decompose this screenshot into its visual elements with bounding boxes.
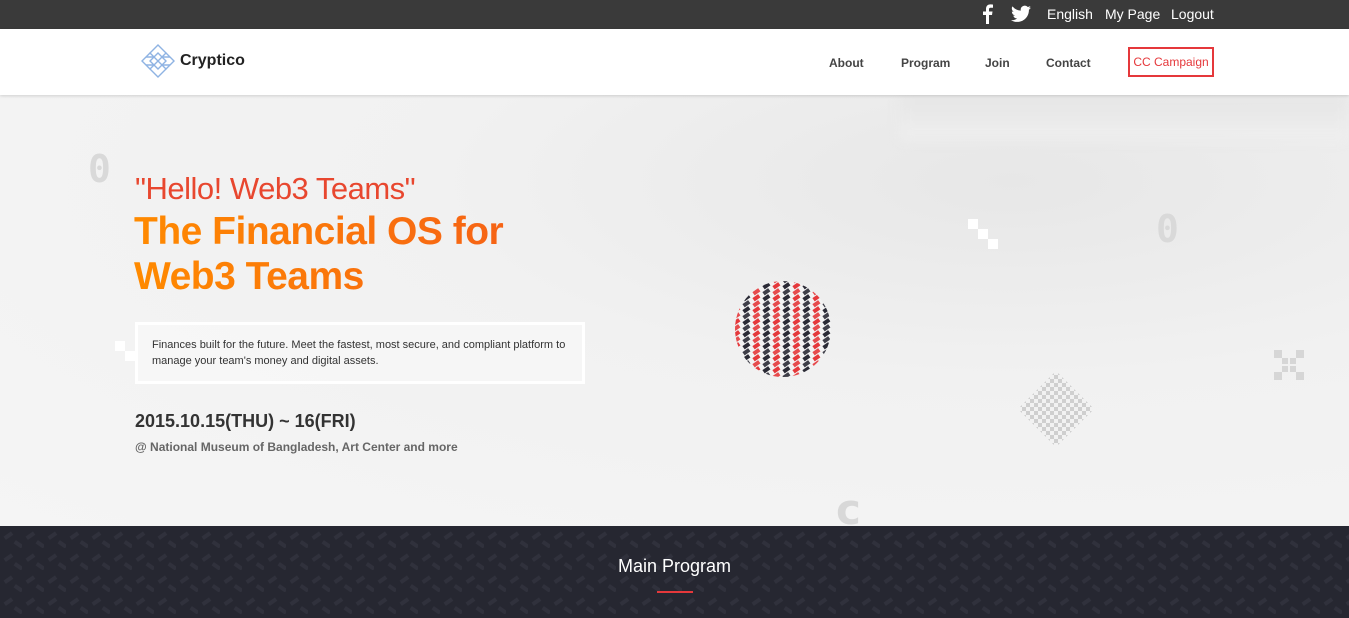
decorative-zero: 0 — [1156, 207, 1179, 251]
section-title-underline — [657, 591, 693, 593]
hero-background-blur — [900, 95, 1349, 140]
close-shape-icon — [1274, 350, 1304, 380]
hero-subtitle: "Hello! Web3 Teams" — [135, 171, 416, 206]
nav-join[interactable]: Join — [985, 56, 1010, 70]
logo-icon — [141, 44, 175, 78]
site-header: Cryptico About Program Join Contact CC C… — [0, 29, 1349, 95]
my-page-link[interactable]: My Page — [1105, 6, 1160, 22]
top-utility-bar: English My Page Logout — [0, 0, 1349, 29]
facebook-icon[interactable] — [978, 4, 996, 24]
pixel-decoration — [968, 219, 1002, 249]
main-program-section: Main Program — [0, 526, 1349, 618]
pixel-decoration — [115, 341, 135, 361]
hero-title: The Financial OS for Web3 Teams — [134, 209, 594, 299]
twitter-icon[interactable] — [1011, 4, 1031, 24]
logo-link[interactable]: Cryptico — [138, 43, 245, 79]
section-title: Main Program — [617, 556, 732, 576]
nav-program[interactable]: Program — [901, 56, 950, 70]
event-date: 2015.10.15(THU) ~ 16(FRI) — [135, 411, 356, 431]
nav-contact[interactable]: Contact — [1046, 56, 1091, 70]
circle-pattern-art — [735, 281, 831, 377]
logout-link[interactable]: Logout — [1171, 6, 1214, 22]
diamond-pattern-art — [1018, 371, 1094, 447]
decorative-zero: 0 — [88, 147, 111, 191]
nav-about[interactable]: About — [829, 56, 864, 70]
hero-description: Finances built for the future. Meet the … — [135, 322, 585, 384]
cc-campaign-button[interactable]: CC Campaign — [1128, 47, 1214, 77]
logo-text: Cryptico — [180, 52, 245, 69]
decorative-letter: c — [836, 485, 861, 526]
language-link[interactable]: English — [1047, 6, 1093, 22]
event-venue: @ National Museum of Bangladesh, Art Cen… — [135, 440, 458, 454]
hero-section: 0 0 c "Hello! Web3 Teams" The Financial … — [0, 95, 1349, 526]
